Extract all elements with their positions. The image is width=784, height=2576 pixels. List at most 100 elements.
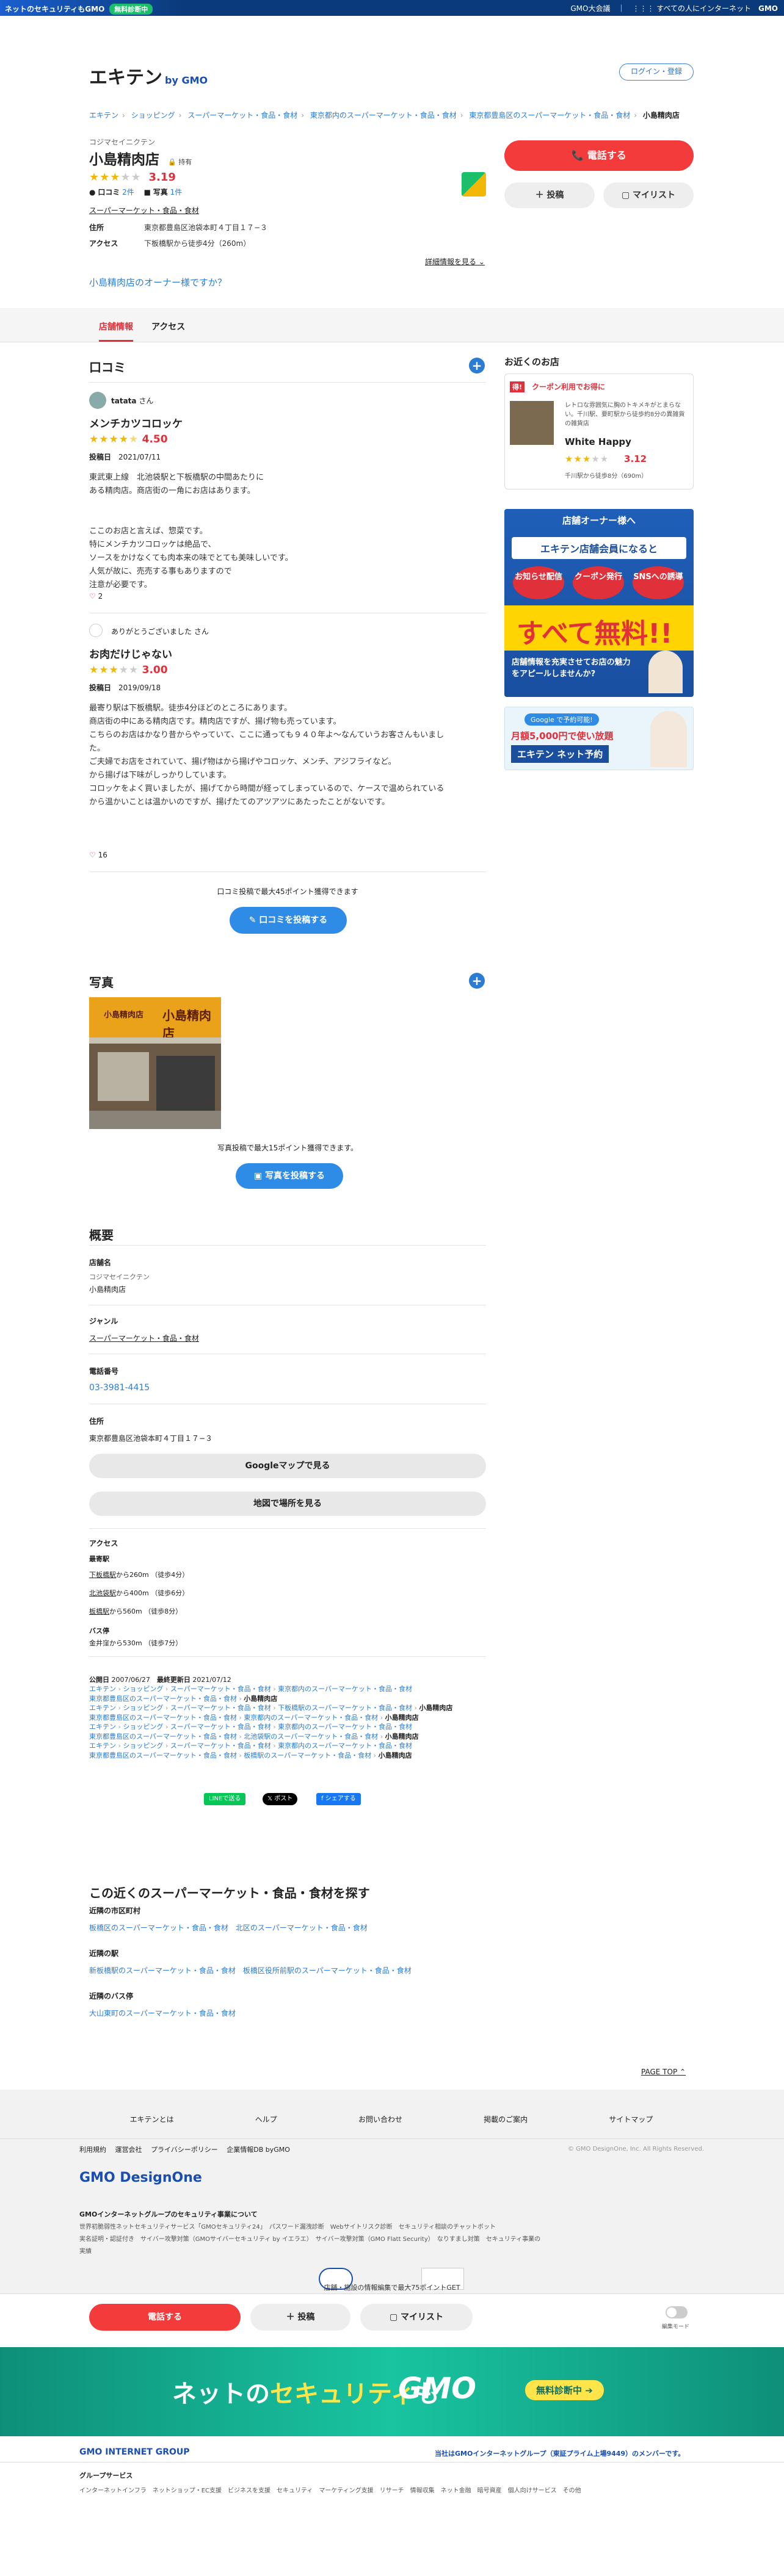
gmo-group-logo[interactable]: GMO INTERNET GROUP [79,2447,190,2457]
shop-genre-link[interactable]: スーパーマーケット・食品・食材 [89,205,199,215]
service-link[interactable]: マーケティング支援 [319,2488,373,2494]
footer-link[interactable]: ヘルプ [255,2114,277,2124]
more-info-link[interactable]: 詳細情報を見る ⌄ [425,256,485,267]
service-link[interactable]: 情報収集 [410,2488,435,2494]
breadcrumb-item[interactable]: スーパーマーケット・食品・食材 [170,1723,271,1731]
tab-access[interactable]: アクセス [151,320,185,333]
breadcrumb-item[interactable]: ショッピング [123,1685,163,1693]
mylist-button[interactable]: ▢ マイリスト [603,182,694,208]
breadcrumb-item[interactable]: 北池袋駅のスーパーマーケット・食品・食材 [244,1733,378,1741]
breadcrumb-item[interactable]: 東京都内のスーパーマーケット・食品・食材 [244,1714,378,1722]
nearby-link[interactable]: 新板橋駅のスーパーマーケット・食品・食材 [89,1966,236,1975]
bottom-call-button[interactable]: 電話する [89,2304,241,2331]
nearby-link[interactable]: 板橋区役所前駅のスーパーマーケット・食品・食材 [243,1966,412,1975]
page-top-link[interactable]: PAGE TOP ⌃ [641,2068,686,2076]
station-link[interactable]: 下板橋駅 [89,1571,116,1579]
genre-link[interactable]: スーパーマーケット・食品・食材 [89,1333,199,1343]
gmo-security-banner[interactable]: ネットのセキュリティも GMO 無料診断中 ➔ [0,2347,784,2436]
breadcrumb-item[interactable]: 板橋駅のスーパーマーケット・食品・食材 [244,1752,371,1759]
call-button[interactable]: 📞 電話する [504,140,694,171]
breadcrumb-item[interactable]: 東京都豊島区のスーパーマーケット・食品・食材 [89,1733,237,1741]
footer-link[interactable]: エキテンとは [130,2114,174,2124]
service-link[interactable]: ビジネスを支援 [228,2488,270,2494]
tel-link[interactable]: 03-3981-4415 [89,1383,150,1393]
breadcrumb-item[interactable]: スーパーマーケット・食品・食材 [170,1742,271,1750]
owner-ad-banner[interactable]: 店舗オーナー様へ エキテン店舗会員になると お知らせ配信 クーポン発行 SNSへ… [504,509,694,697]
facebook-share-button[interactable]: f シェアする [316,1793,361,1805]
google-map-button[interactable]: Googleマップで見る [89,1454,486,1478]
post-button[interactable]: ＋ 投稿 [504,182,595,208]
review-title[interactable]: お肉だけじゃない [89,646,172,661]
service-link[interactable]: リサーチ [380,2488,404,2494]
bottom-mylist-button[interactable]: ▢ マイリスト [360,2304,473,2331]
footer-link[interactable]: サイトマップ [609,2114,653,2124]
footer-link[interactable]: お問い合わせ [358,2114,402,2124]
breadcrumb-item[interactable]: エキテン [89,1742,116,1750]
bottom-post-button[interactable]: ＋ 投稿 [250,2304,350,2331]
service-link[interactable]: ネットショップ・EC支援 [153,2488,222,2494]
login-button[interactable]: ログイン・登録 [619,63,694,81]
breadcrumb-item[interactable]: スーパーマーケット・食品・食材 [170,1685,271,1693]
like-button[interactable]: ♡ 16 [89,851,107,859]
gmo-top-right[interactable]: GMO大会議 ｜ ⋮⋮⋮ すべての人にインターネット GMO [570,3,778,13]
group-link[interactable]: サイバー攻撃対策（GMOサイバーセキュリティ by イエラエ） [140,2236,310,2243]
breadcrumb-item[interactable]: エキテン [89,111,118,120]
group-link[interactable]: 世界初脆弱性ネットセキュリティサービス「GMOセキュリティ24」 [79,2224,263,2231]
footer-link[interactable]: 掲載のご案内 [484,2114,528,2124]
breadcrumb-item[interactable]: 東京都内のスーパーマーケット・食品・食材 [278,1742,412,1750]
group-link[interactable]: 実名証明・認証付き [79,2236,134,2243]
gmo-security-link[interactable]: ネットのセキュリティもGMO 無料診断中 [0,0,183,16]
designone-logo[interactable]: GMO DesignOne [79,2170,202,2185]
service-link[interactable]: 個人向けサービス [508,2488,557,2494]
breadcrumb-item[interactable]: 東京都豊島区のスーパーマーケット・食品・食材 [469,111,630,120]
add-review-icon[interactable]: + [469,358,485,373]
review-user[interactable]: tatata さん [111,395,153,406]
breadcrumb-item[interactable]: ショッピング [123,1723,163,1731]
diagnose-button[interactable]: 無料診断中 ➔ [525,2380,604,2400]
post-review-button[interactable]: ✎ 口コミを投稿する [230,907,347,934]
footer-sublink[interactable]: 運営会社 [115,2146,142,2154]
station-link[interactable]: 北池袋駅 [89,1589,116,1597]
reservation-ad-banner[interactable]: Google で予約可能! 月額5,000円で使い放題 エキテン ネット予約 [504,707,694,770]
post-photo-button[interactable]: ▣ 写真を投稿する [236,1163,343,1189]
owner-link[interactable]: 小島精肉店のオーナー様ですか？ [89,276,227,289]
like-button[interactable]: ♡ 2 [89,592,103,601]
edit-mode-toggle[interactable] [666,2306,688,2318]
breadcrumb-item[interactable]: エキテン [89,1704,116,1712]
map-button[interactable]: 地図で場所を見る [89,1492,486,1516]
service-link[interactable]: インターネットインフラ [79,2488,147,2494]
service-link[interactable]: 暗号資産 [477,2488,502,2494]
tab-shop-info[interactable]: 店舗情報 [99,320,133,342]
breadcrumb-item[interactable]: 東京都豊島区のスーパーマーケット・食品・食材 [89,1695,237,1703]
nearby-bus-link[interactable]: 大山東町のスーパーマーケット・食品・食材 [89,2008,236,2018]
station-link[interactable]: 板橋駅 [89,1607,109,1615]
breadcrumb-item[interactable]: 東京都内のスーパーマーケット・食品・食材 [310,111,457,120]
nearby-shop-card[interactable]: 得! クーポン利用でお得に レトロな雰囲気に胸のトキメキがとまらない。千川駅、要… [504,373,694,489]
breadcrumb-item[interactable]: エキテン [89,1723,116,1731]
breadcrumb-item[interactable]: エキテン [89,1685,116,1693]
nearby-link[interactable]: 板橋区のスーパーマーケット・食品・食材 [89,1924,228,1932]
breadcrumb-item[interactable]: ショッピング [123,1704,163,1712]
site-logo[interactable]: エキテン by GMO [89,62,208,89]
group-link[interactable]: サイバー攻撃対策（GMO Flatt Security） [316,2236,431,2243]
breadcrumb-item[interactable]: 東京都内のスーパーマーケット・食品・食材 [278,1685,412,1693]
breadcrumb-item[interactable]: スーパーマーケット・食品・食材 [187,111,297,120]
review-title[interactable]: メンチカツコロッケ [89,415,183,430]
x-post-button[interactable]: 𝕏 ポスト [263,1793,298,1805]
shop-photo[interactable]: 小島精肉店 小島精肉店 [89,997,221,1129]
line-share-button[interactable]: LINEで送る [204,1793,246,1805]
add-photo-icon[interactable]: + [469,973,485,989]
breadcrumb-item[interactable]: 東京都豊島区のスーパーマーケット・食品・食材 [89,1752,237,1759]
group-link[interactable]: パスワード漏洩診断 [269,2224,324,2231]
group-link[interactable]: Webサイトリスク診断 [330,2224,393,2231]
group-link[interactable]: セキュリティ相談のチャットボット [399,2224,496,2231]
service-link[interactable]: セキュリティ [277,2488,313,2494]
breadcrumb-item[interactable]: 下板橋駅のスーパーマーケット・食品・食材 [278,1704,412,1712]
footer-sublink[interactable]: プライバシーポリシー [151,2146,218,2154]
review-user[interactable]: ありがとうございました さん [111,626,209,637]
group-link[interactable]: なりすまし対策 [437,2236,480,2243]
review-count-link[interactable]: 2件 [122,188,134,197]
nearby-link[interactable]: 北区のスーパーマーケット・食品・食材 [236,1924,368,1932]
footer-sublink[interactable]: 利用規約 [79,2146,106,2154]
breadcrumb-item[interactable]: ショッピング [131,111,175,120]
